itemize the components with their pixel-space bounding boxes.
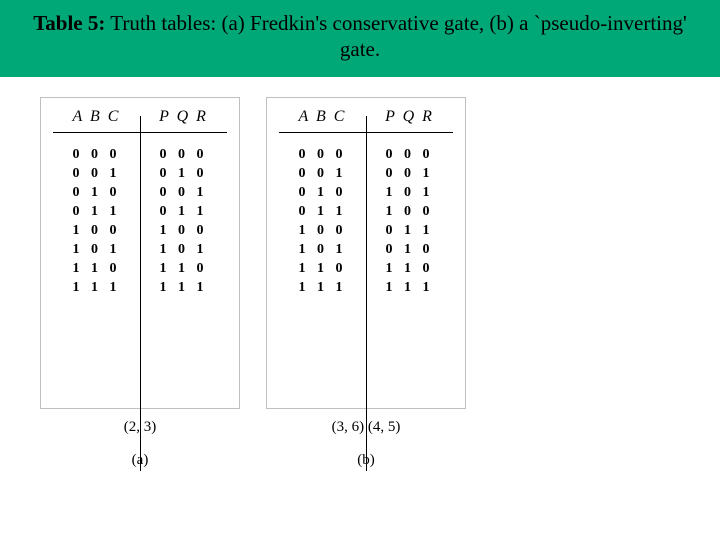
- table-b-header-in: A B C: [279, 108, 366, 126]
- table-row: 0 0 1: [386, 166, 434, 182]
- table-row: 0 1 1: [299, 204, 347, 220]
- table-row: 0 0 0: [160, 147, 208, 163]
- table-row: 1 1 1: [73, 280, 121, 296]
- panel-a-wrap: A B C P Q R 0 0 0 0 0 1 0 1 0 0 1 1 1 0 …: [40, 97, 240, 469]
- table-a-outputs: 0 0 0 0 1 0 0 0 1 0 1 1 1 0 0 1 0 1 1 1 …: [140, 147, 227, 296]
- table-row: 0 1 0: [73, 185, 121, 201]
- table-row: 1 1 1: [160, 280, 208, 296]
- table-a-divider: [140, 116, 141, 471]
- table-row: 1 1 1: [299, 280, 347, 296]
- table-row: 0 1 0: [160, 166, 208, 182]
- table-row: 1 1 0: [73, 261, 121, 277]
- table-label: Table 5:: [33, 11, 105, 35]
- table-a-rows: 0 0 0 0 0 1 0 1 0 0 1 1 1 0 0 1 0 1 1 1 …: [53, 147, 227, 296]
- table-b-outputs: 0 0 0 0 0 1 1 0 1 1 0 0 0 1 1 0 1 0 1 1 …: [366, 147, 453, 296]
- table-b-header-out: P Q R: [366, 108, 453, 126]
- table-row: 0 0 0: [73, 147, 121, 163]
- table-row: 1 0 1: [299, 242, 347, 258]
- table-a-header-out: P Q R: [140, 108, 227, 126]
- table-a-inputs: 0 0 0 0 0 1 0 1 0 0 1 1 1 0 0 1 0 1 1 1 …: [53, 147, 140, 296]
- table-row: 0 1 1: [73, 204, 121, 220]
- panel-b-wrap: A B C P Q R 0 0 0 0 0 1 0 1 0 0 1 1 1 0 …: [266, 97, 466, 469]
- table-row: 1 0 0: [73, 223, 121, 239]
- table-row: 1 0 1: [160, 242, 208, 258]
- figure-area: A B C P Q R 0 0 0 0 0 1 0 1 0 0 1 1 1 0 …: [0, 77, 720, 469]
- table-row: 1 1 0: [386, 261, 434, 277]
- table-row: 1 0 0: [299, 223, 347, 239]
- table-b-divider: [366, 116, 367, 471]
- table-row: 1 1 0: [299, 261, 347, 277]
- table-b-rows: 0 0 0 0 0 1 0 1 0 0 1 1 1 0 0 1 0 1 1 1 …: [279, 147, 453, 296]
- table-row: 0 0 1: [160, 185, 208, 201]
- table-row: 0 0 1: [73, 166, 121, 182]
- table-row: 0 0 0: [386, 147, 434, 163]
- table-row: 1 0 0: [386, 204, 434, 220]
- table-row: 0 1 1: [386, 223, 434, 239]
- truth-table-b: A B C P Q R 0 0 0 0 0 1 0 1 0 0 1 1 1 0 …: [266, 97, 466, 409]
- table-a-header-in: A B C: [53, 108, 140, 126]
- table-caption-text: Truth tables: (a) Fredkin's conservative…: [105, 11, 686, 61]
- table-row: 0 0 0: [299, 147, 347, 163]
- table-row: 0 1 0: [299, 185, 347, 201]
- truth-table-a: A B C P Q R 0 0 0 0 0 1 0 1 0 0 1 1 1 0 …: [40, 97, 240, 409]
- table-row: 1 1 0: [160, 261, 208, 277]
- table-b-inputs: 0 0 0 0 0 1 0 1 0 0 1 1 1 0 0 1 0 1 1 1 …: [279, 147, 366, 296]
- table-row: 1 0 1: [386, 185, 434, 201]
- table-row: 1 0 0: [160, 223, 208, 239]
- table-row: 1 0 1: [73, 242, 121, 258]
- table-row: 1 1 1: [386, 280, 434, 296]
- table-row: 0 1 0: [386, 242, 434, 258]
- table-row: 0 0 1: [299, 166, 347, 182]
- table-caption: Table 5: Truth tables: (a) Fredkin's con…: [0, 0, 720, 77]
- table-row: 0 1 1: [160, 204, 208, 220]
